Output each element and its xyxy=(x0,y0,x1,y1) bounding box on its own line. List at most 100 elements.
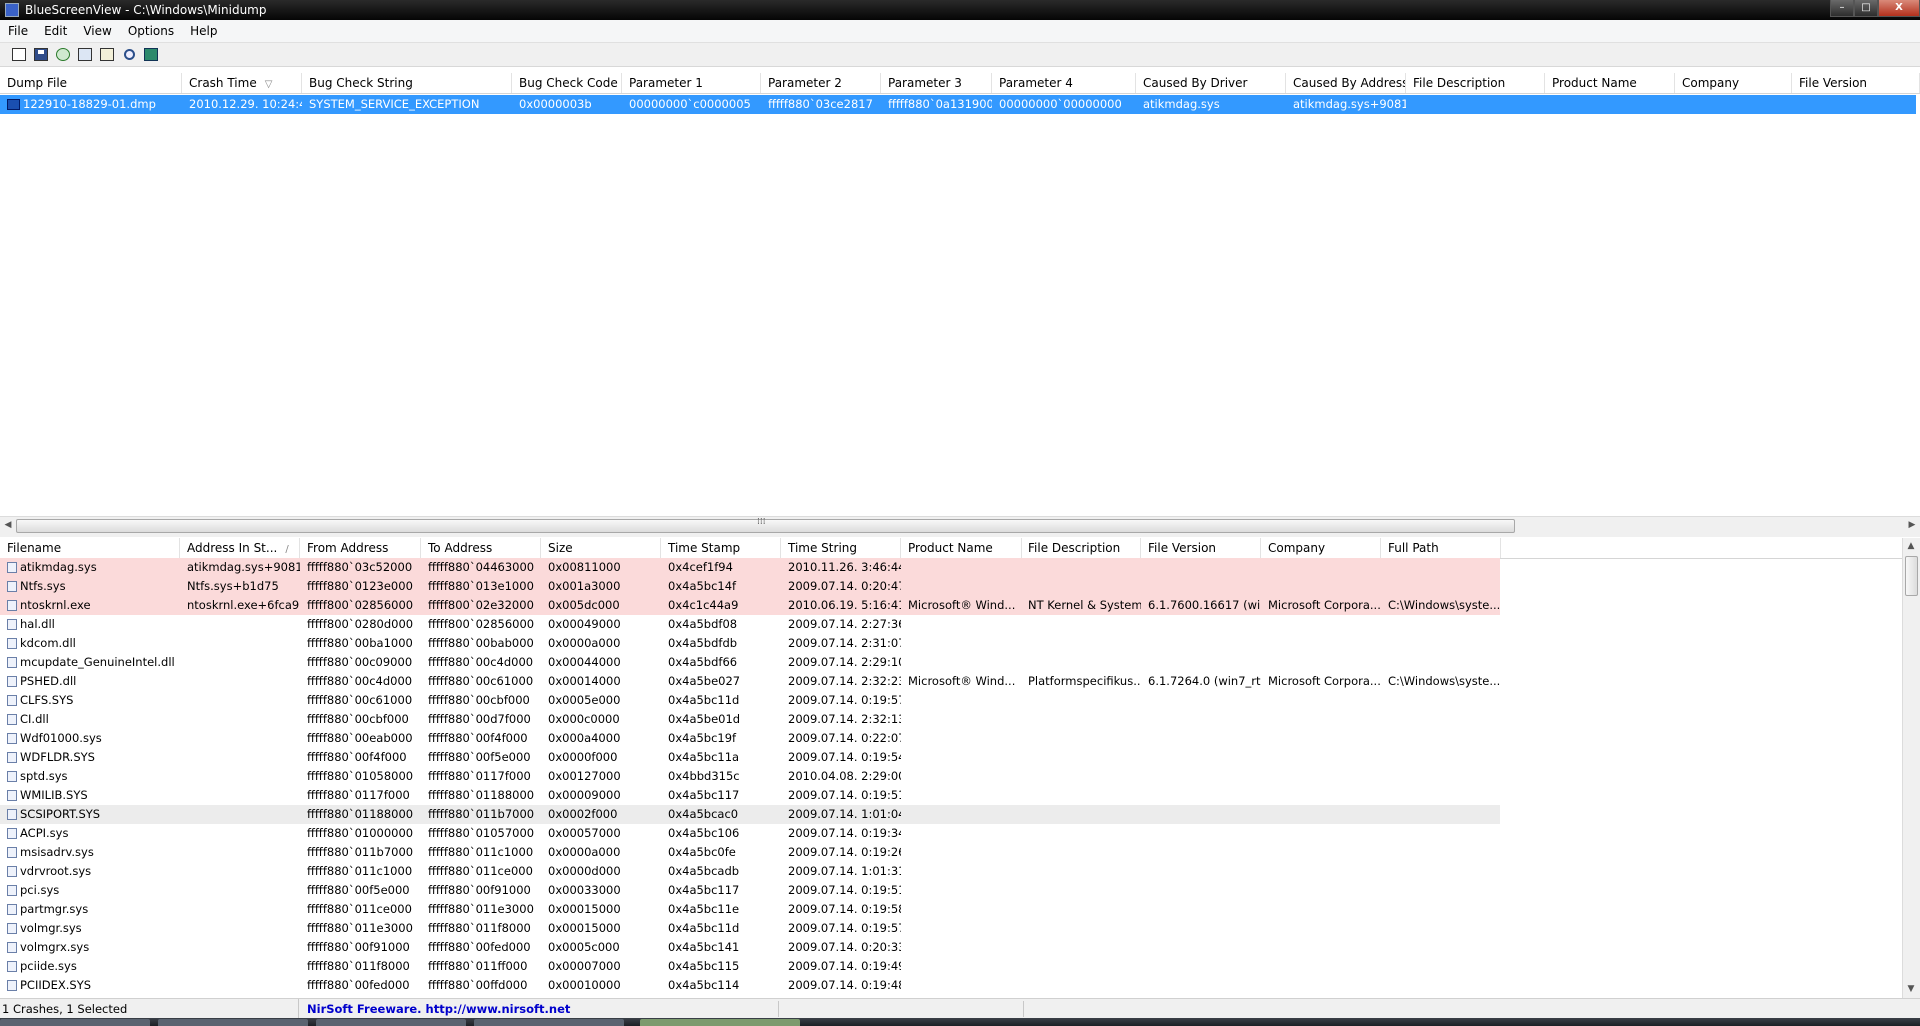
driver-col-time-stamp[interactable]: Time Stamp xyxy=(661,538,781,558)
properties-button[interactable] xyxy=(96,45,118,65)
crash-col-caused-by-driver[interactable]: Caused By Driver xyxy=(1136,73,1286,93)
table-cell xyxy=(901,729,1022,748)
crash-col-bug-check-string[interactable]: Bug Check String xyxy=(302,73,512,93)
driver-col-company[interactable]: Company xyxy=(1261,538,1381,558)
crash-list-horizontal-scrollbar[interactable]: ◀ ⁞⁞⁞ ▶ xyxy=(0,516,1920,534)
taskbar-button[interactable] xyxy=(316,1019,466,1026)
html-report-button[interactable] xyxy=(8,45,30,65)
crash-col-product-name[interactable]: Product Name xyxy=(1545,73,1675,93)
driver-col-time-string[interactable]: Time String xyxy=(781,538,901,558)
crash-row[interactable]: 122910-18829-01.dmp 2010.12.29. 10:24:47 S… xyxy=(0,95,1916,114)
save-button[interactable] xyxy=(30,45,52,65)
menu-edit[interactable]: Edit xyxy=(36,24,75,38)
crash-col-parameter-1[interactable]: Parameter 1 xyxy=(622,73,761,93)
driver-row[interactable]: pciide.sys fffff880`011f8000 fffff880`011f… xyxy=(0,957,1500,976)
close-button[interactable]: X xyxy=(1878,0,1920,17)
driver-col-from-address[interactable]: From Address xyxy=(300,538,421,558)
driver-row[interactable]: msisadrv.sys fffff880`011b7000 fffff880`01… xyxy=(0,843,1500,862)
taskbar-button[interactable] xyxy=(0,1019,150,1026)
crash-col-company[interactable]: Company xyxy=(1675,73,1792,93)
driver-col-filename[interactable]: Filename xyxy=(0,538,180,558)
table-cell xyxy=(1021,938,1141,957)
crash-col-parameter-4[interactable]: Parameter 4 xyxy=(992,73,1136,93)
table-cell: 0x4a5bdfdb xyxy=(668,636,738,650)
driver-row[interactable]: partmgr.sys fffff880`011ce000 fffff880`011… xyxy=(0,900,1500,919)
driver-col-size[interactable]: Size xyxy=(541,538,661,558)
driver-row[interactable]: SCSIPORT.SYS fffff880`01188000 fffff880`01… xyxy=(0,805,1500,824)
crash-col-file-description[interactable]: File Description xyxy=(1406,73,1545,93)
pane-splitter[interactable] xyxy=(0,533,1920,537)
driver-row[interactable]: atikmdag.sys atikmdag.sys+90817 fffff880`0… xyxy=(0,558,1500,577)
driver-col-product-name[interactable]: Product Name xyxy=(901,538,1022,558)
driver-col-file-version[interactable]: File Version xyxy=(1141,538,1261,558)
driver-row[interactable]: CLFS.SYS fffff880`00c61000 fffff880`00cbf0… xyxy=(0,691,1500,710)
driver-row[interactable]: PCIIDEX.SYS fffff880`00fed000 fffff880`00f… xyxy=(0,976,1500,995)
menu-file[interactable]: File xyxy=(0,24,36,38)
driver-row[interactable]: volmgrx.sys fffff880`00f91000 fffff880`00f… xyxy=(0,938,1500,957)
driver-row[interactable]: pci.sys fffff880`00f5e000 fffff880`00f9100… xyxy=(0,881,1500,900)
table-cell xyxy=(1141,938,1261,957)
driver-row[interactable]: Wdf01000.sys fffff880`00eab000 fffff880`00… xyxy=(0,729,1500,748)
column-header-label: To Address xyxy=(428,541,493,555)
driver-row[interactable]: vdrvroot.sys fffff880`011c1000 fffff880`01… xyxy=(0,862,1500,881)
table-cell: fffff880`00f5e000 xyxy=(428,750,531,764)
table-cell: Microsoft Corpora... xyxy=(1268,674,1381,688)
driver-row[interactable]: WMILIB.SYS fffff880`0117f000 fffff880`0118… xyxy=(0,786,1500,805)
table-cell xyxy=(1406,95,1545,114)
table-cell: fffff880`011ce000 xyxy=(428,864,533,878)
minimize-button[interactable]: – xyxy=(1830,0,1854,17)
driver-row[interactable]: mcupdate_GenuineIntel.dll fffff880`00c090… xyxy=(0,653,1500,672)
crash-col-dump-file[interactable]: Dump File xyxy=(0,73,182,93)
column-header-label: Parameter 1 xyxy=(629,76,703,90)
table-cell: 0x00049000 xyxy=(548,617,621,631)
driver-row[interactable]: ntoskrnl.exe ntoskrnl.exe+6fca9 fffff800`0… xyxy=(0,596,1500,615)
driver-row[interactable]: Ntfs.sys Ntfs.sys+b1d75 fffff880`0123e000 f… xyxy=(0,577,1500,596)
menu-view[interactable]: View xyxy=(75,24,119,38)
crash-col-parameter-3[interactable]: Parameter 3 xyxy=(881,73,992,93)
driver-row[interactable]: CI.dll fffff880`00cbf000 fffff880`00d7f000… xyxy=(0,710,1500,729)
menu-options[interactable]: Options xyxy=(120,24,182,38)
crash-col-file-version[interactable]: File Version xyxy=(1792,73,1920,93)
scroll-left-icon[interactable]: ◀ xyxy=(0,517,16,534)
driver-col-full-path[interactable]: Full Path xyxy=(1381,538,1501,558)
scroll-down-icon[interactable]: ▼ xyxy=(1903,981,1919,998)
scroll-right-icon[interactable]: ▶ xyxy=(1904,517,1920,534)
table-cell: 6.1.7264.0 (win7_rt... xyxy=(1148,674,1261,688)
nirsoft-link[interactable]: NirSoft Freeware. http://www.nirsoft.net xyxy=(307,999,570,1019)
maximize-button[interactable]: □ xyxy=(1854,0,1878,17)
driver-col-to-address[interactable]: To Address xyxy=(421,538,541,558)
driver-row[interactable]: hal.dll fffff800`0280d000 fffff800`0285600… xyxy=(0,615,1500,634)
driver-row[interactable]: WDFLDR.SYS fffff880`00f4f000 fffff880`00f5… xyxy=(0,748,1500,767)
crash-list[interactable]: Dump File Crash Time ▽ Bug Check String Bug … xyxy=(0,73,1920,516)
driver-col-file-description[interactable]: File Description xyxy=(1021,538,1141,558)
driver-file-icon xyxy=(7,581,17,592)
driver-col-address-in-st[interactable]: Address In St... / xyxy=(180,538,300,558)
driver-list[interactable]: Filename Address In St... / From Address To … xyxy=(0,538,1903,998)
driver-row[interactable]: ACPI.sys fffff880`01000000 fffff880`010570… xyxy=(0,824,1500,843)
taskbar-button[interactable] xyxy=(158,1019,308,1026)
driver-row[interactable]: volmgr.sys fffff880`011e3000 fffff880`011f… xyxy=(0,919,1500,938)
taskbar-button[interactable] xyxy=(640,1019,800,1026)
table-cell xyxy=(1021,710,1141,729)
taskbar-button[interactable] xyxy=(474,1019,624,1026)
scroll-thumb[interactable]: ⁞⁞⁞ xyxy=(16,517,1515,533)
crash-col-bug-check-code[interactable]: Bug Check Code xyxy=(512,73,622,93)
crash-col-crash-time[interactable]: Crash Time ▽ xyxy=(182,73,302,93)
find-button[interactable] xyxy=(118,45,140,65)
driver-row[interactable]: PSHED.dll fffff880`00c4d000 fffff880`00c61… xyxy=(0,672,1500,691)
driver-row[interactable]: kdcom.dll fffff880`00ba1000 fffff880`00bab… xyxy=(0,634,1500,653)
crash-col-parameter-2[interactable]: Parameter 2 xyxy=(761,73,881,93)
table-cell: Ntfs.sys+b1d75 xyxy=(187,579,279,593)
driver-list-vertical-scrollbar[interactable]: ▲ ▼ xyxy=(1902,538,1920,998)
refresh-button[interactable] xyxy=(52,45,74,65)
scroll-up-icon[interactable]: ▲ xyxy=(1903,538,1919,555)
save-icon xyxy=(34,48,48,61)
column-header-label: Time Stamp xyxy=(668,541,741,555)
table-cell: 2009.07.14. 1:01:31 xyxy=(788,864,901,878)
exit-button[interactable] xyxy=(140,45,162,65)
driver-row[interactable]: sptd.sys fffff880`01058000 fffff880`0117f0… xyxy=(0,767,1500,786)
copy-button[interactable] xyxy=(74,45,96,65)
crash-col-caused-by-address[interactable]: Caused By Address xyxy=(1286,73,1406,93)
scroll-thumb[interactable] xyxy=(1905,556,1918,596)
menu-help[interactable]: Help xyxy=(182,24,225,38)
